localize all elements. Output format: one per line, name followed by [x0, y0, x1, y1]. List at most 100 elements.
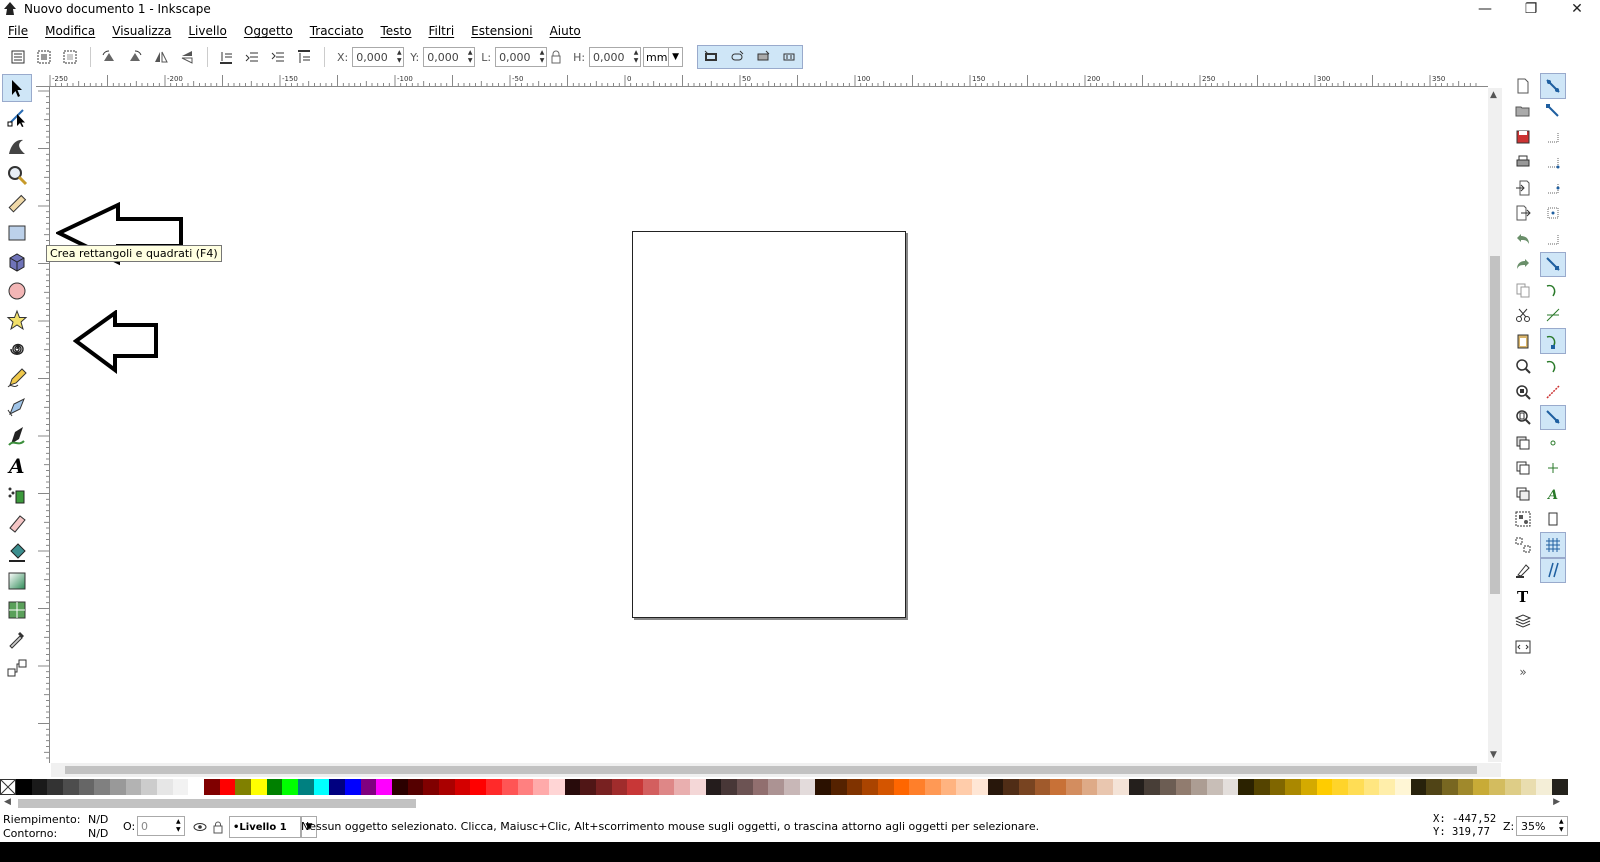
color-swatch[interactable] [470, 779, 487, 795]
color-swatch[interactable] [752, 779, 769, 795]
color-swatch[interactable] [768, 779, 784, 795]
color-swatch[interactable] [1175, 779, 1192, 795]
color-swatch[interactable] [517, 779, 534, 795]
color-swatch[interactable] [345, 779, 361, 795]
stroke-value[interactable]: N/D [88, 827, 108, 840]
color-swatch[interactable] [956, 779, 972, 795]
color-swatch[interactable] [157, 779, 173, 795]
snap-intersections-toggle[interactable] [1540, 303, 1566, 329]
snap-grid-toggle[interactable] [1540, 532, 1566, 558]
color-swatch[interactable] [705, 779, 722, 795]
group-button[interactable] [1510, 507, 1536, 533]
color-swatch[interactable] [1285, 779, 1302, 795]
opacity-stepper[interactable]: ▲ ▼ [176, 818, 184, 834]
snap-bbox-corner-toggle[interactable] [1540, 150, 1566, 176]
color-swatch[interactable] [1207, 779, 1223, 795]
palette-scrollbar[interactable]: ◀ ▶ [0, 796, 1568, 810]
print-button[interactable] [1510, 150, 1536, 176]
color-swatch[interactable] [689, 779, 706, 795]
snap-bbox-center-toggle[interactable] [1540, 201, 1566, 227]
clone-button[interactable] [1510, 456, 1536, 482]
snap-paths-toggle[interactable] [1540, 277, 1566, 303]
color-swatch[interactable] [987, 779, 1004, 795]
scroll-up-icon[interactable]: ▲ [1490, 90, 1497, 100]
scroll-left-icon[interactable]: ◀ [4, 797, 11, 807]
color-swatch[interactable] [1426, 779, 1443, 795]
zoom-stepper[interactable]: ▲ ▼ [1559, 818, 1567, 834]
deselect-button[interactable] [58, 46, 82, 68]
color-swatch[interactable] [595, 779, 612, 795]
snap-smooth-nodes-toggle[interactable] [1540, 354, 1566, 380]
color-swatch[interactable] [172, 779, 189, 795]
document-page[interactable] [632, 231, 906, 618]
color-swatch[interactable] [1316, 779, 1333, 795]
close-button[interactable]: ✕ [1554, 0, 1600, 18]
zoom-drawing-button[interactable] [1510, 379, 1536, 405]
menu-modifica[interactable]: Modifica [45, 24, 95, 38]
color-swatch[interactable] [1128, 779, 1145, 795]
width-input[interactable]: 0,000 ▲ ▼ [495, 47, 548, 67]
snap-page-border-toggle[interactable] [1540, 507, 1566, 533]
scroll-down-icon[interactable]: ▼ [1490, 750, 1497, 760]
transform-gradients-toggle[interactable] [751, 46, 775, 68]
color-swatch[interactable] [1410, 779, 1427, 795]
color-swatch[interactable] [360, 779, 377, 795]
color-swatch[interactable] [486, 779, 502, 795]
copy-button[interactable] [1510, 277, 1536, 303]
fill-value[interactable]: N/D [88, 813, 108, 826]
more-commands-button[interactable]: » [1510, 660, 1536, 686]
color-swatch[interactable] [423, 779, 440, 795]
snap-bbox-toggle[interactable] [1540, 99, 1566, 125]
y-input[interactable]: 0,000 ▲ ▼ [423, 47, 476, 67]
color-swatch[interactable] [830, 779, 847, 795]
color-swatch[interactable] [783, 779, 800, 795]
pen-tool[interactable] [2, 393, 32, 421]
color-swatch[interactable] [392, 779, 408, 795]
fill-stroke-button[interactable] [1510, 558, 1536, 584]
color-swatch[interactable] [204, 779, 220, 795]
snap-object-midpoints-toggle[interactable] [1540, 430, 1566, 456]
lower-button[interactable] [240, 46, 264, 68]
color-swatch[interactable] [1269, 779, 1286, 795]
color-swatch[interactable] [1144, 779, 1161, 795]
color-swatch[interactable] [1081, 779, 1098, 795]
import-button[interactable] [1510, 175, 1536, 201]
color-swatch[interactable] [548, 779, 565, 795]
zoom-selection-button[interactable] [1510, 354, 1536, 380]
zoom-page-button[interactable] [1510, 405, 1536, 431]
vertical-scroll-thumb[interactable] [1490, 256, 1500, 594]
snap-text-baseline-toggle[interactable]: A [1540, 481, 1566, 507]
snap-bbox-extra-toggle[interactable] [1540, 226, 1566, 252]
color-swatch[interactable] [1473, 779, 1490, 795]
snap-guides-toggle[interactable] [1540, 557, 1566, 583]
menu-estensioni[interactable]: Estensioni [471, 24, 532, 38]
paste-button[interactable] [1510, 328, 1536, 354]
eraser-tool[interactable] [2, 509, 32, 537]
vertical-scrollbar[interactable]: ▲ ▼ [1488, 88, 1502, 762]
color-swatch[interactable] [16, 779, 32, 795]
color-swatch[interactable] [1332, 779, 1349, 795]
color-swatch[interactable] [219, 779, 236, 795]
select-all-layers-button[interactable] [32, 46, 56, 68]
selector-tool[interactable] [2, 74, 32, 102]
scale-stroke-toggle[interactable] [699, 46, 723, 68]
snap-nodes-toggle[interactable] [1540, 251, 1566, 277]
lock-ratio-button[interactable] [547, 46, 565, 68]
paint-bucket-tool[interactable] [2, 538, 32, 566]
color-swatch[interactable] [721, 779, 737, 795]
lock-icon[interactable] [211, 820, 225, 834]
color-swatch[interactable] [298, 779, 314, 795]
color-swatch[interactable] [799, 779, 816, 795]
snap-enable-toggle[interactable] [1540, 73, 1566, 99]
color-swatch[interactable] [940, 779, 957, 795]
x-input[interactable]: 0,000 ▲ ▼ [352, 47, 405, 67]
rectangle-tool[interactable] [2, 219, 32, 247]
color-swatch[interactable] [63, 779, 79, 795]
gradient-tool[interactable] [2, 567, 32, 595]
scale-corners-toggle[interactable] [725, 46, 749, 68]
color-swatch[interactable] [627, 779, 643, 795]
snap-rotation-center-toggle[interactable] [1540, 456, 1566, 482]
palette-scroll-thumb[interactable] [18, 799, 416, 808]
menu-livello[interactable]: Livello [188, 24, 227, 38]
color-swatch[interactable] [329, 779, 346, 795]
